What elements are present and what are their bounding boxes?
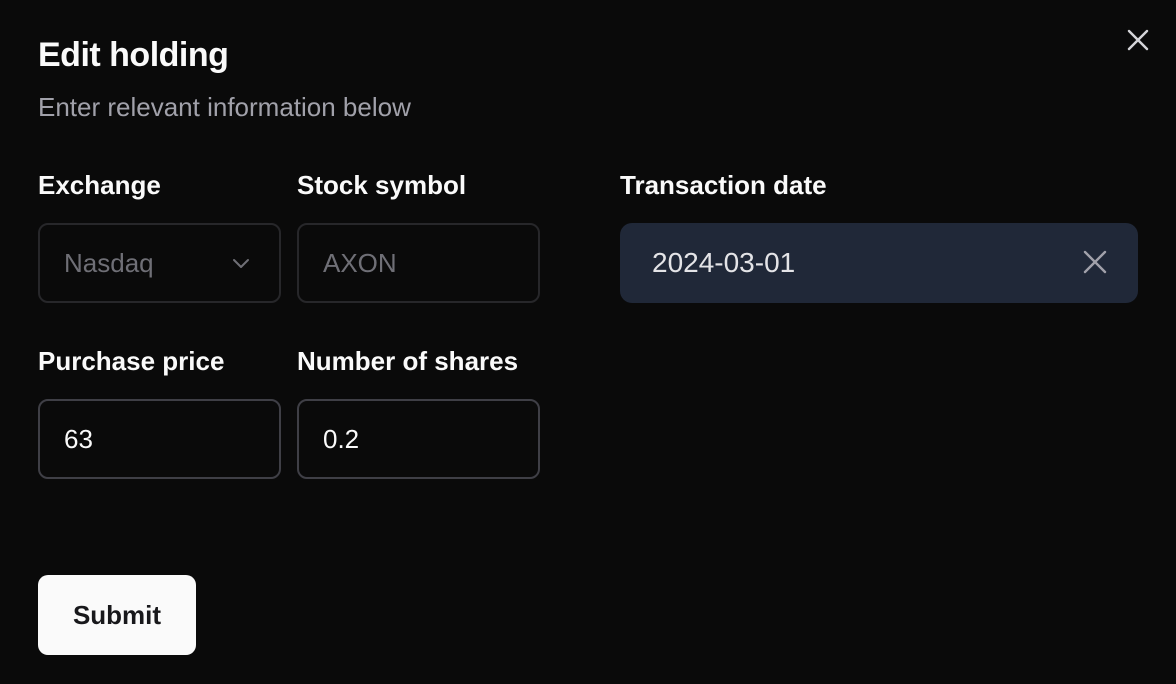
purchase-price-input[interactable]: 63 [38, 399, 281, 479]
number-of-shares-label: Number of shares [297, 346, 519, 376]
stock-symbol-label: Stock symbol [297, 170, 467, 200]
chevron-down-icon [233, 259, 249, 268]
exchange-label: Exchange [38, 170, 161, 200]
close-button[interactable] [1120, 22, 1156, 58]
dialog-subtitle: Enter relevant information below [38, 92, 411, 122]
number-of-shares-input[interactable]: 0.2 [297, 399, 540, 479]
purchase-price-label: Purchase price [38, 346, 225, 376]
purchase-price-value: 63 [64, 423, 93, 454]
submit-button[interactable]: Submit [38, 575, 196, 655]
edit-holding-dialog: Edit holding Enter relevant information … [0, 0, 1176, 684]
close-icon [1127, 29, 1149, 51]
clear-date-icon[interactable] [1082, 249, 1108, 275]
transaction-date-value: 2024-03-01 [652, 247, 796, 278]
stock-symbol-value: AXON [323, 247, 397, 278]
stock-symbol-input[interactable]: AXON [297, 223, 540, 303]
transaction-date-input[interactable]: 2024-03-01 [620, 223, 1138, 303]
transaction-date-label: Transaction date [620, 170, 827, 200]
number-of-shares-value: 0.2 [323, 423, 360, 454]
exchange-value: Nasdaq [64, 247, 154, 278]
exchange-select[interactable]: Nasdaq [38, 223, 281, 303]
dialog-title: Edit holding [38, 36, 229, 74]
